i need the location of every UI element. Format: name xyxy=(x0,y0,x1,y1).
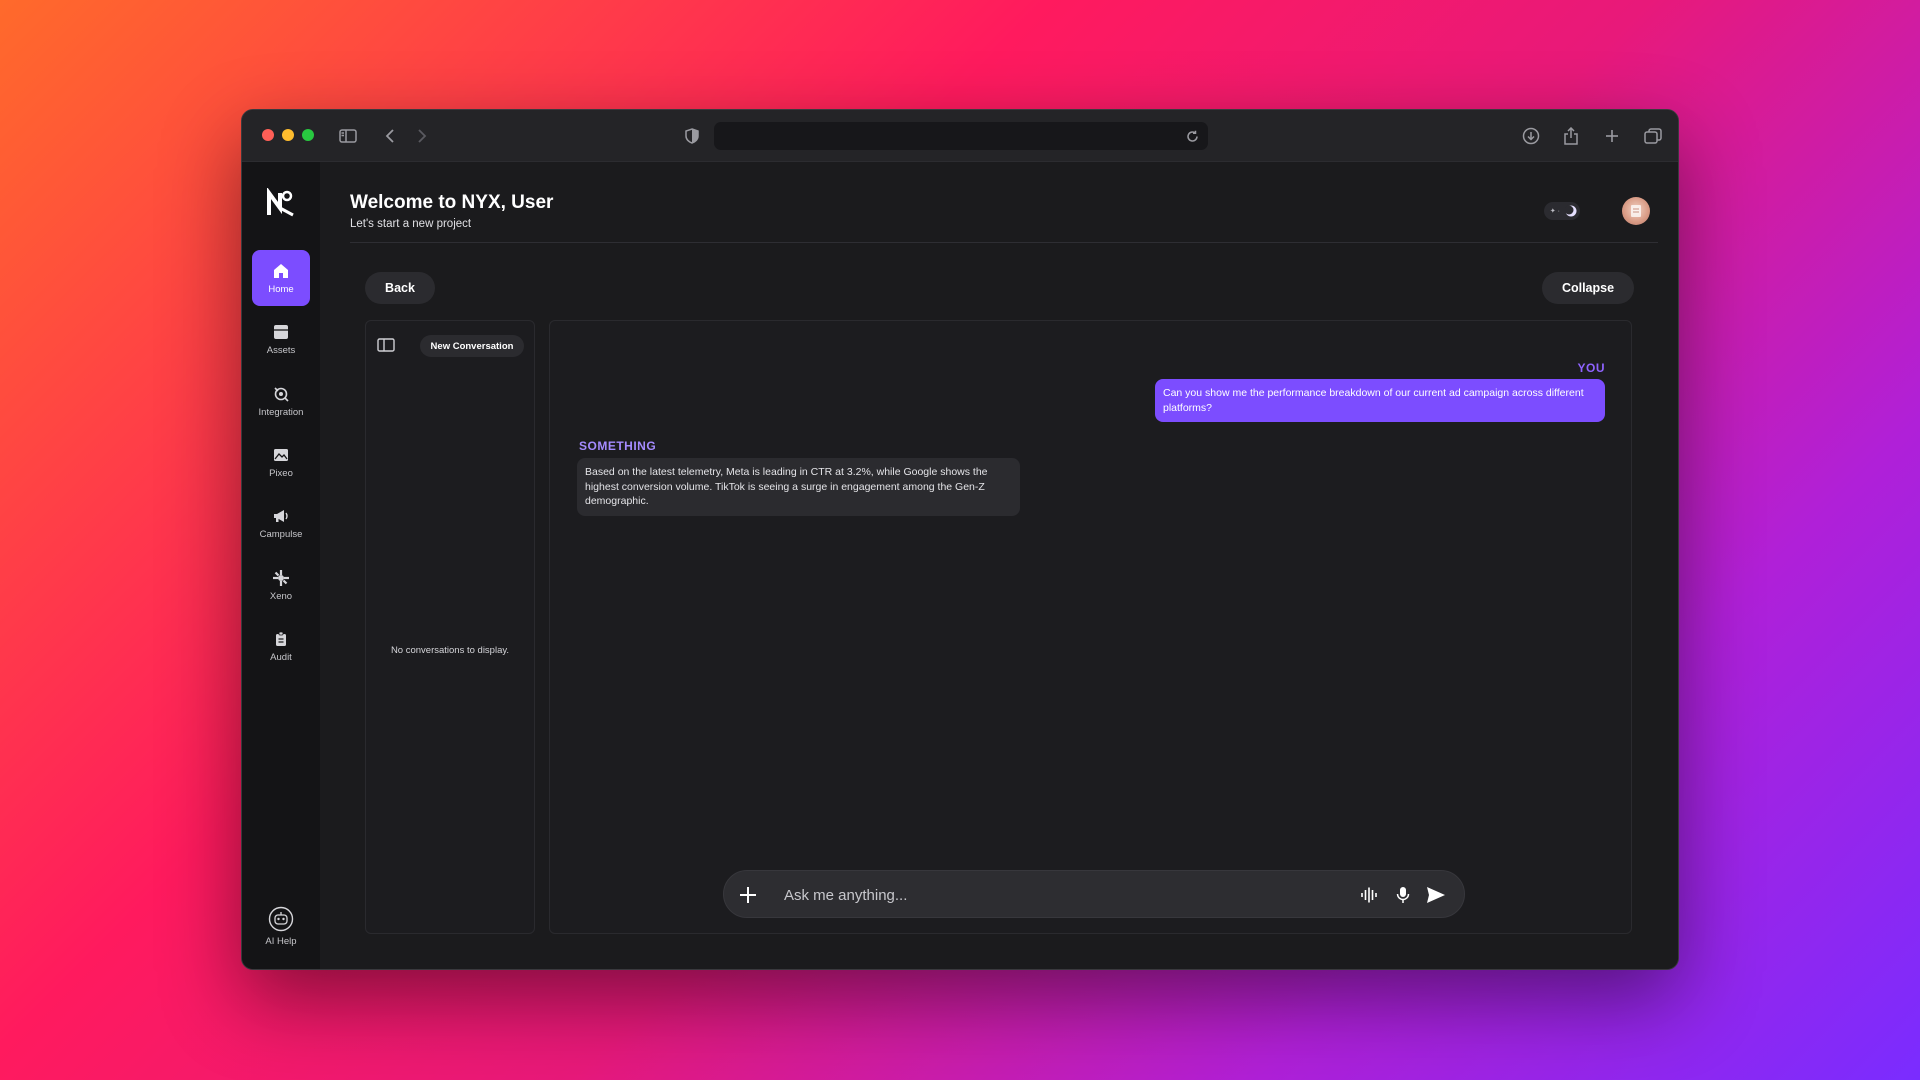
minimize-window-button[interactable] xyxy=(282,129,294,141)
nyx-logo[interactable] xyxy=(266,186,296,218)
waveform-icon[interactable] xyxy=(1358,884,1380,906)
moon-icon xyxy=(1565,205,1577,217)
tabs-overview-icon[interactable] xyxy=(1641,124,1665,148)
chat-panel: YOU Can you show me the performance brea… xyxy=(549,320,1632,934)
back-arrow-icon[interactable] xyxy=(378,124,402,148)
sidebar-item-label: Audit xyxy=(270,651,292,663)
user-message-label: YOU xyxy=(1577,361,1605,375)
sidebar-item-label: Xeno xyxy=(269,590,293,602)
assistant-message-label: SOMETHING xyxy=(579,439,657,453)
assistant-message: Based on the latest telemetry, Meta is l… xyxy=(577,458,1020,516)
sidebar-item-audit[interactable]: Audit xyxy=(252,618,310,674)
microphone-icon[interactable] xyxy=(1392,884,1414,906)
add-attachment-icon[interactable] xyxy=(737,884,759,906)
theme-toggle[interactable]: ✦ · xyxy=(1544,202,1580,220)
collapse-button[interactable]: Collapse xyxy=(1542,272,1634,304)
header-divider xyxy=(350,242,1658,243)
main-content: Welcome to NYX, User Let's start a new p… xyxy=(320,162,1678,969)
image-icon xyxy=(274,448,288,461)
avatar-image-icon xyxy=(1631,205,1641,217)
sidebar-item-pixeo[interactable]: Pixeo xyxy=(252,434,310,490)
send-icon[interactable] xyxy=(1425,884,1447,906)
sidebar-item-home[interactable]: Home xyxy=(252,250,310,306)
reload-icon[interactable] xyxy=(1180,124,1204,148)
megaphone-icon xyxy=(274,509,288,522)
ai-help-label: AI Help xyxy=(265,935,297,947)
sidebar-item-integration[interactable]: Integration xyxy=(252,373,310,429)
new-tab-icon[interactable] xyxy=(1600,124,1624,148)
sidebar-item-assets[interactable]: Assets xyxy=(252,311,310,367)
sidebar-item-label: Integration xyxy=(258,406,304,418)
download-icon[interactable] xyxy=(1519,124,1543,148)
sidebar-item-label: Assets xyxy=(266,344,296,356)
maximize-window-button[interactable] xyxy=(302,129,314,141)
shield-icon[interactable] xyxy=(680,124,704,148)
page-title: Welcome to NYX, User xyxy=(350,192,554,213)
sidebar-item-label: Campulse xyxy=(259,528,303,540)
app-sidebar: Home Assets Integration Pixeo Campulse X… xyxy=(242,162,320,969)
empty-conversations-text: No conversations to display. xyxy=(390,645,510,656)
sidebar-item-campulse[interactable]: Campulse xyxy=(252,495,310,551)
avatar[interactable] xyxy=(1622,197,1650,225)
stars-icon: ✦ · xyxy=(1549,208,1560,215)
integration-icon xyxy=(274,386,289,402)
sidebar-item-xeno[interactable]: Xeno xyxy=(252,557,310,613)
panel-toggle-icon[interactable] xyxy=(377,338,395,357)
browser-titlebar xyxy=(242,110,1678,162)
page-subtitle: Let's start a new project xyxy=(350,218,472,230)
new-conversation-button[interactable]: New Conversation xyxy=(420,335,524,357)
back-button[interactable]: Back xyxy=(365,272,435,304)
ai-help-button[interactable]: AI Help xyxy=(252,898,310,954)
sidebar-toggle-icon[interactable] xyxy=(336,124,360,148)
home-icon xyxy=(274,263,288,278)
conversations-panel: New Conversation No conversations to dis… xyxy=(365,320,535,934)
audit-icon xyxy=(276,631,286,646)
user-message: Can you show me the performance breakdow… xyxy=(1155,379,1605,422)
sidebar-item-label: Home xyxy=(268,283,294,295)
chat-input[interactable] xyxy=(784,883,1344,907)
xeno-icon xyxy=(273,569,289,586)
assets-icon xyxy=(274,324,288,339)
sidebar-item-label: Pixeo xyxy=(269,467,293,479)
ai-help-icon xyxy=(268,906,294,931)
chat-composer xyxy=(723,870,1465,918)
address-bar[interactable] xyxy=(714,122,1208,150)
close-window-button[interactable] xyxy=(262,129,274,141)
forward-arrow-icon[interactable] xyxy=(410,124,434,148)
share-icon[interactable] xyxy=(1559,124,1583,148)
browser-window: Home Assets Integration Pixeo Campulse X… xyxy=(241,109,1679,970)
